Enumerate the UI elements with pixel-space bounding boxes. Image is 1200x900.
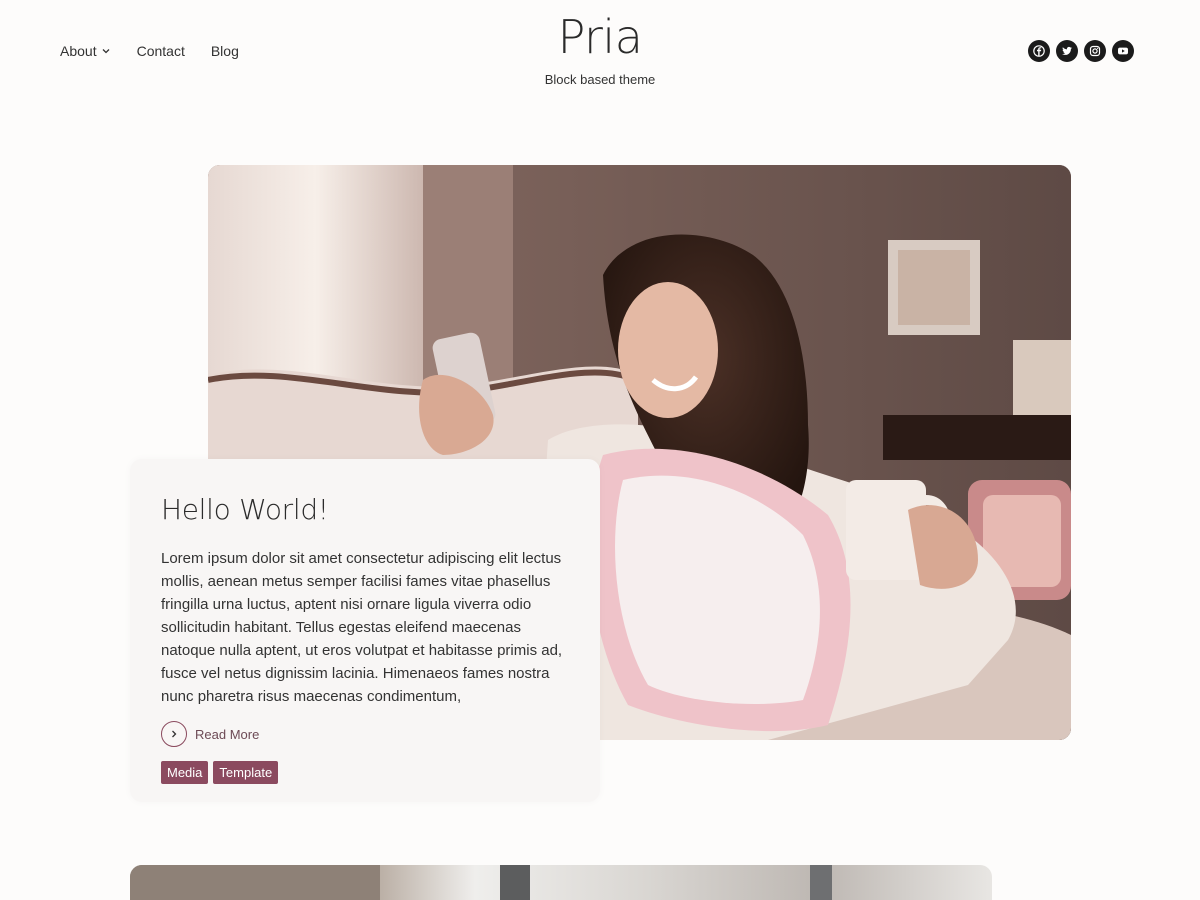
tag-media[interactable]: Media bbox=[161, 761, 209, 784]
instagram-link[interactable] bbox=[1084, 40, 1106, 62]
post-title[interactable]: Hello World! bbox=[161, 492, 570, 528]
youtube-icon bbox=[1118, 47, 1128, 55]
site-branding: Pria Block based theme bbox=[0, 8, 1200, 87]
instagram-icon bbox=[1089, 45, 1101, 57]
twitter-icon bbox=[1062, 46, 1072, 55]
twitter-link[interactable] bbox=[1056, 40, 1078, 62]
next-post-photo bbox=[130, 865, 832, 900]
post-tags: Media Template bbox=[161, 761, 570, 784]
facebook-icon bbox=[1033, 45, 1045, 57]
next-post-image[interactable] bbox=[130, 865, 992, 900]
read-more-circle bbox=[161, 721, 187, 747]
post-excerpt: Lorem ipsum dolor sit amet consectetur a… bbox=[161, 550, 563, 705]
social-links bbox=[1028, 40, 1134, 62]
facebook-link[interactable] bbox=[1028, 40, 1050, 62]
site-tagline: Block based theme bbox=[544, 72, 656, 87]
tag-template[interactable]: Template bbox=[213, 761, 279, 784]
site-header: About Contact Blog Pria Block based them… bbox=[0, 0, 1200, 110]
read-more-label: Read More bbox=[195, 726, 260, 742]
youtube-link[interactable] bbox=[1112, 40, 1134, 62]
post-card: Hello World! Lorem ipsum dolor sit amet … bbox=[130, 459, 600, 802]
site-title[interactable]: Pria bbox=[0, 8, 1200, 66]
chevron-right-icon bbox=[172, 730, 177, 738]
read-more-link[interactable]: Read More bbox=[161, 721, 570, 747]
